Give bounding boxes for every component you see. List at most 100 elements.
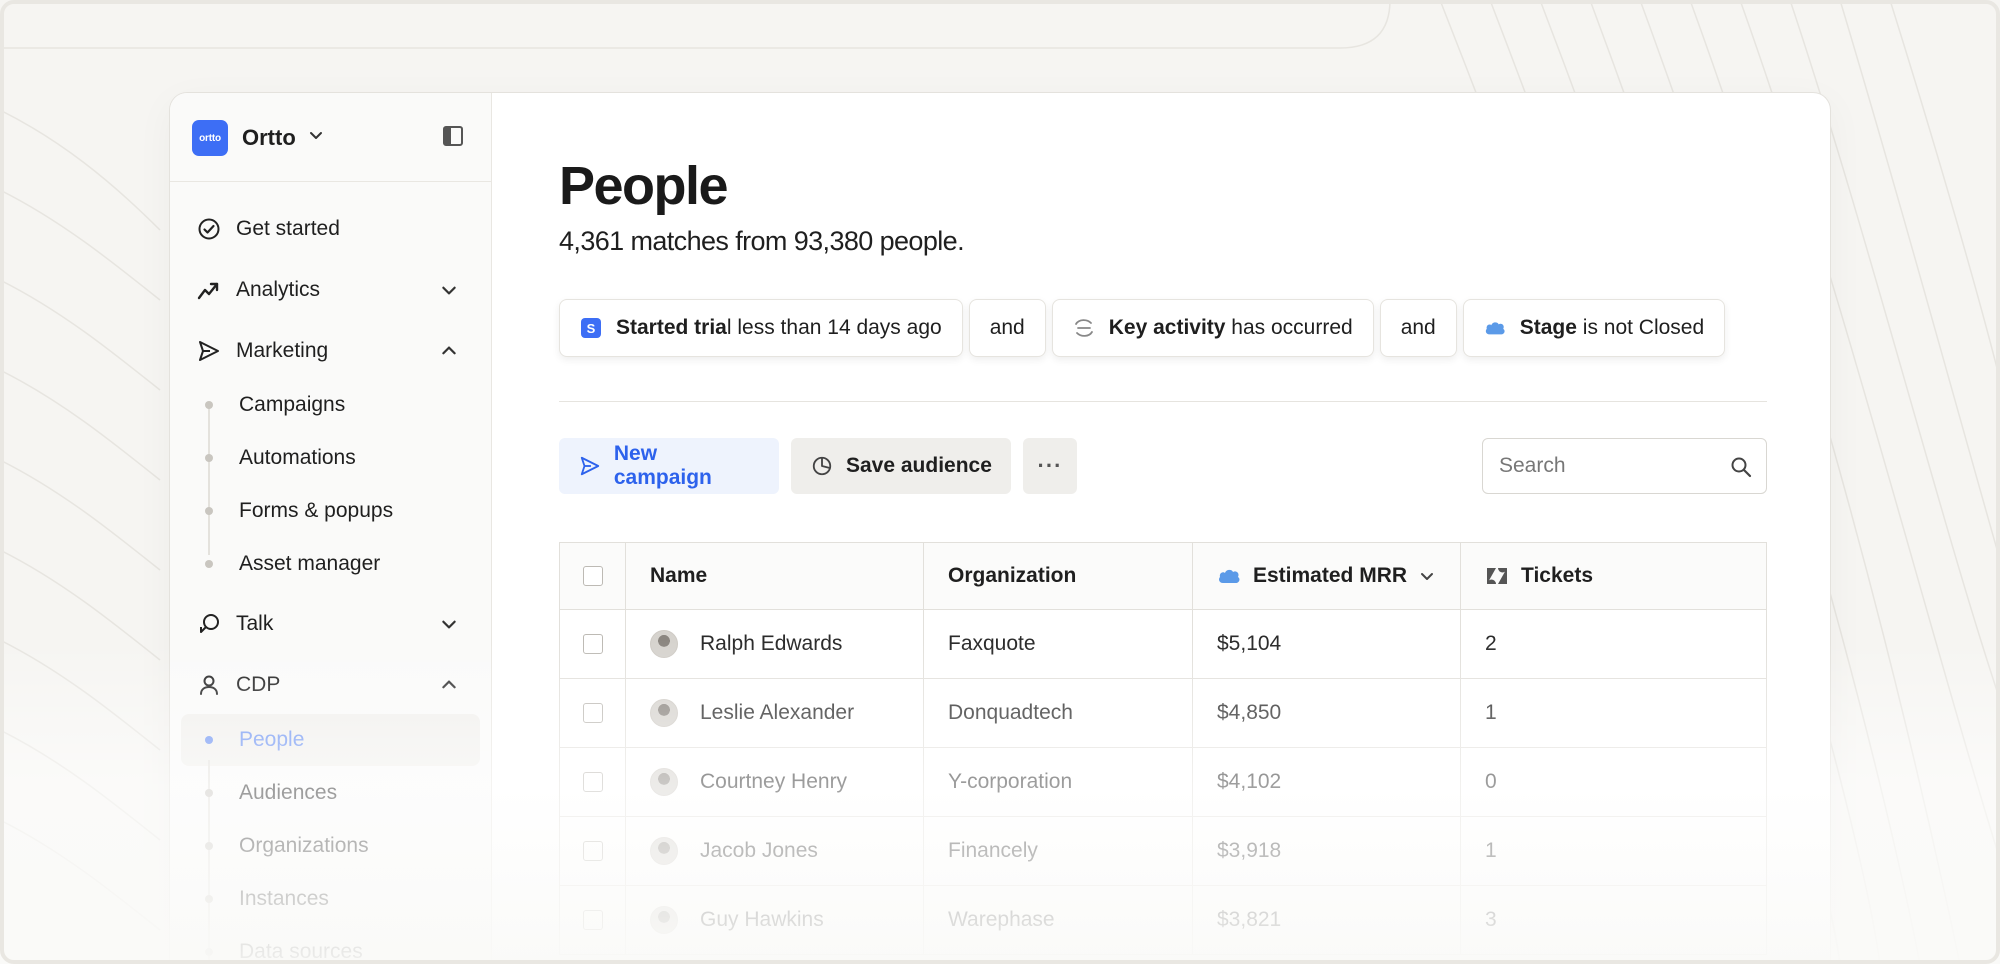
chevron-down-icon[interactable] [440, 615, 458, 633]
name-cell[interactable]: Leslie Alexander [626, 679, 924, 747]
name-cell[interactable]: Courtney Henry [626, 748, 924, 816]
search-icon[interactable] [1730, 456, 1752, 478]
person-name: Courtney Henry [700, 770, 848, 793]
sidebar-sub-audiences[interactable]: Audiences [196, 773, 337, 813]
workspace-header: ortto Ortto [170, 93, 491, 182]
sidebar-item-analytics[interactable]: Analytics [196, 270, 320, 310]
sidebar-sub-organizations[interactable]: Organizations [196, 826, 369, 866]
sidebar-sub-campaigns[interactable]: Campaigns [196, 385, 345, 425]
chevron-down-icon[interactable] [440, 281, 458, 299]
row-checkbox[interactable] [582, 772, 603, 792]
more-options-button[interactable]: ··· [1023, 438, 1077, 494]
sidebar-sub-label: Forms & popups [239, 499, 394, 522]
select-all-checkbox[interactable] [582, 566, 603, 586]
avatar [650, 699, 678, 727]
row-checkbox[interactable] [582, 910, 603, 930]
tickets-cell: 1 [1485, 839, 1497, 862]
people-table: Name Organization Estimated MRR Tickets … [559, 542, 1767, 955]
column-header-name[interactable]: Name [626, 543, 924, 609]
search-box[interactable] [1482, 438, 1767, 494]
bullet-dot [205, 507, 213, 515]
sidebar-sub-people[interactable]: People [196, 720, 304, 760]
name-cell[interactable]: Guy Hawkins [626, 886, 924, 954]
pie-chart-icon [810, 454, 834, 478]
filter-field: Key activity [1108, 316, 1226, 339]
name-cell[interactable]: Ralph Edwards [626, 610, 924, 678]
bullet-dot [205, 736, 213, 744]
more-dots-icon: ··· [1037, 453, 1063, 478]
sidebar-item-label: Talk [236, 612, 274, 635]
table-row[interactable]: Jacob Jones Financely $3,918 1 [559, 817, 1767, 886]
sidebar-item-cdp[interactable]: CDP [196, 665, 280, 705]
sidebar-sub-instances[interactable]: Instances [196, 879, 329, 919]
avatar [650, 630, 678, 658]
sidebar-sub-forms-popups[interactable]: Forms & popups [196, 491, 393, 531]
chevron-down-icon[interactable] [308, 127, 324, 143]
stripe-icon: S [580, 317, 602, 339]
save-audience-label: Save audience [846, 454, 992, 477]
avatar [650, 768, 678, 796]
organization-cell: Warephase [924, 886, 1193, 954]
zendesk-icon [1485, 564, 1509, 588]
workspace-name[interactable]: Ortto [242, 125, 296, 151]
column-header-estimated-mrr[interactable]: Estimated MRR [1193, 543, 1461, 609]
activity-icon [1073, 317, 1095, 339]
filter-stage[interactable]: Stage is not Closed [1462, 299, 1726, 357]
filter-field: Started tria [616, 316, 727, 339]
submenu-rail [208, 405, 210, 555]
new-campaign-button[interactable]: New campaign [559, 438, 779, 494]
bullet-dot [205, 948, 213, 956]
match-count: 4,361 matches from 93,380 people. [559, 226, 965, 256]
sidebar-item-label: Analytics [236, 278, 321, 301]
select-all-cell [560, 543, 626, 609]
sidebar-sub-label: Data sources [239, 940, 363, 963]
sidebar-sub-data-sources[interactable]: Data sources [196, 932, 363, 964]
filter-join[interactable]: and [1379, 299, 1457, 357]
person-name: Ralph Edwards [700, 632, 843, 655]
organization-cell: Faxquote [924, 610, 1193, 678]
row-checkbox[interactable] [582, 703, 603, 723]
table-row[interactable]: Guy Hawkins Warephase $3,821 3 [559, 886, 1767, 955]
sidebar-sub-asset-manager[interactable]: Asset manager [196, 544, 380, 584]
column-header-tickets[interactable]: Tickets [1461, 543, 1766, 609]
chevron-up-icon[interactable] [440, 676, 458, 694]
sidebar-toggle-icon[interactable] [441, 124, 465, 148]
row-checkbox[interactable] [582, 634, 603, 654]
sidebar-sub-automations[interactable]: Automations [196, 438, 356, 478]
filter-condition: l less than 14 days ago [726, 316, 942, 339]
table-row[interactable]: Leslie Alexander Donquadtech $4,850 1 [559, 679, 1767, 748]
sidebar-item-get-started[interactable]: Get started [196, 209, 340, 249]
tickets-cell: 1 [1485, 701, 1497, 724]
table-row[interactable]: Ralph Edwards Faxquote $5,104 2 [559, 610, 1767, 679]
section-divider [559, 401, 1767, 402]
column-header-organization[interactable]: Organization [924, 543, 1193, 609]
sidebar-item-label: CDP [236, 673, 281, 696]
person-name: Leslie Alexander [700, 701, 855, 724]
filter-key-activity[interactable]: Key activity has occurred [1051, 299, 1374, 357]
table-row[interactable]: Courtney Henry Y-corporation $4,102 0 [559, 748, 1767, 817]
row-checkbox[interactable] [582, 841, 603, 861]
sidebar-item-label: Get started [236, 217, 340, 240]
search-input[interactable] [1499, 451, 1719, 481]
row-select-cell [560, 610, 626, 678]
avatar [650, 837, 678, 865]
sidebar-sub-label: Campaigns [239, 393, 346, 416]
sidebar-item-talk[interactable]: Talk [196, 604, 273, 644]
filter-join[interactable]: and [968, 299, 1046, 357]
salesforce-cloud-icon [1217, 564, 1241, 588]
name-cell[interactable]: Jacob Jones [626, 817, 924, 885]
sort-chevron-icon[interactable] [1419, 568, 1435, 584]
sidebar-item-marketing[interactable]: Marketing [196, 331, 328, 371]
sidebar-sub-label: Audiences [239, 781, 338, 804]
filter-started-trial[interactable]: S Started tria l less than 14 days ago [559, 299, 963, 357]
tickets-cell: 0 [1485, 770, 1497, 793]
chat-icon [196, 611, 222, 637]
chevron-up-icon[interactable] [440, 342, 458, 360]
bullet-dot [205, 560, 213, 568]
sidebar-sub-label: Organizations [239, 834, 369, 857]
sidebar-sub-label: People [239, 728, 305, 751]
save-audience-button[interactable]: Save audience [791, 438, 1011, 494]
bullet-dot [205, 401, 213, 409]
table-header-row: Name Organization Estimated MRR Tickets [559, 542, 1767, 610]
filter-condition: is not Closed [1576, 316, 1705, 339]
